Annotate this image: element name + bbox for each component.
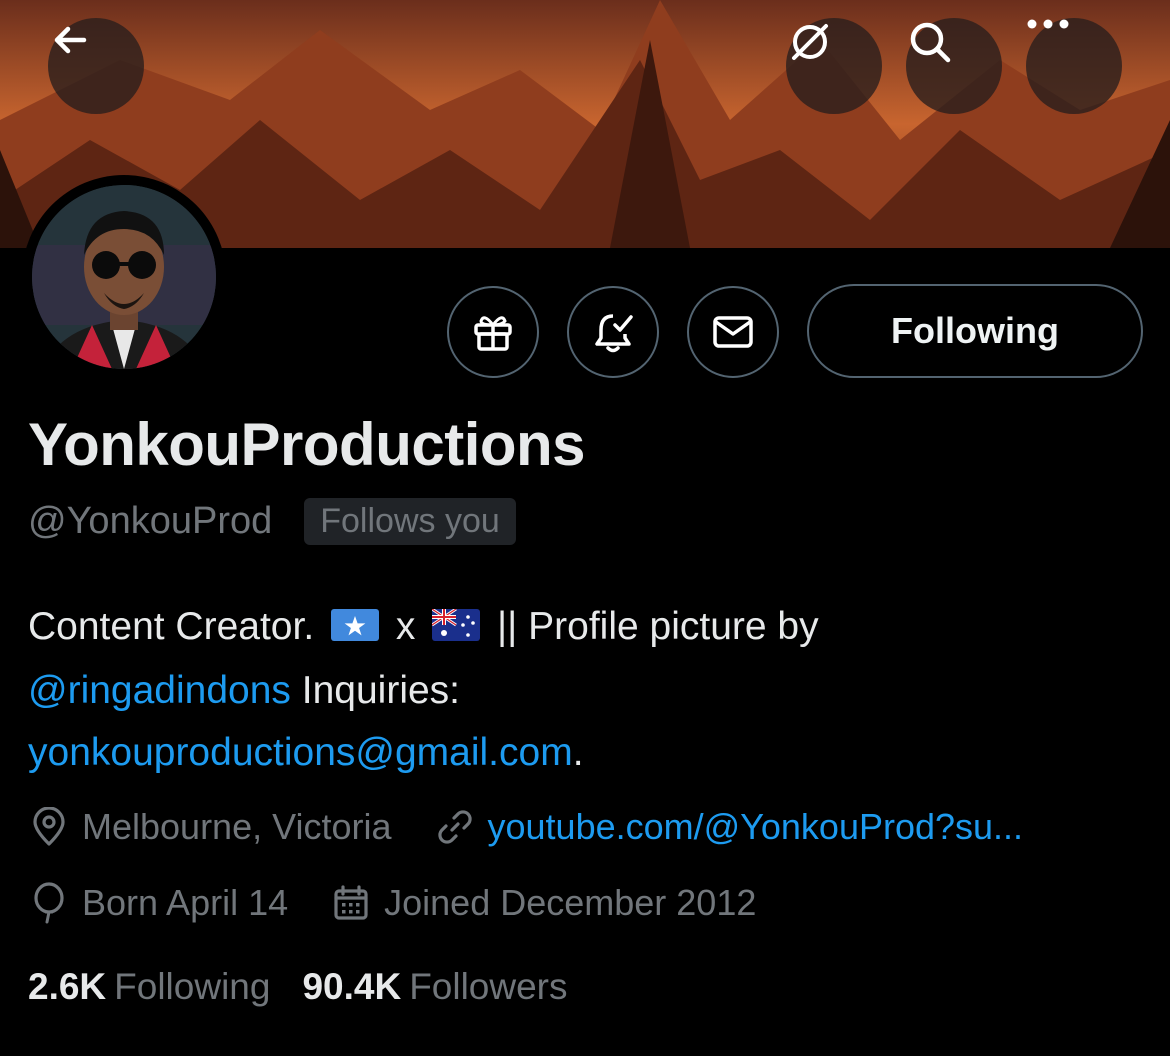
profile-meta-row-1: Melbourne, Victoria youtube.com/@YonkouP… [30, 806, 1023, 848]
grok-button[interactable] [786, 18, 882, 114]
bio-text-3: Inquiries: [290, 668, 461, 712]
birthday-item: Born April 14 [30, 882, 288, 924]
profile-stats: 2.6K Following 90.4K Followers [28, 966, 568, 1008]
followers-stat-label: Followers [409, 966, 568, 1007]
somalia-flag-icon [331, 598, 380, 660]
followers-count: 90.4K [302, 966, 402, 1007]
gift-button[interactable] [447, 286, 539, 378]
message-button[interactable] [687, 286, 779, 378]
arrow-left-icon [54, 26, 87, 54]
follows-you-badge: Follows you [304, 498, 516, 545]
profile-meta-row-2: Born April 14 Joined December 2012 [30, 882, 756, 924]
handle-row: @YonkouProd Follows you [28, 498, 516, 545]
more-button[interactable] [1026, 18, 1122, 114]
more-horizontal-icon [1027, 19, 1069, 29]
link-icon [437, 810, 472, 844]
avatar-image [32, 185, 216, 369]
search-icon [910, 22, 951, 63]
gift-icon [474, 316, 512, 351]
bio-text-1: Content Creator. [28, 605, 315, 648]
bio-mention-link[interactable]: @ringadindons [28, 669, 291, 712]
location-text: Melbourne, Victoria [82, 806, 392, 847]
slashed-circle-icon [792, 24, 828, 60]
website-item[interactable]: youtube.com/@YonkouProd?su... [436, 806, 1024, 848]
bell-check-icon [595, 314, 633, 353]
notifications-button[interactable] [567, 286, 659, 378]
calendar-icon [334, 885, 368, 920]
birthday-text: Born April 14 [82, 882, 289, 923]
envelope-icon [713, 316, 753, 348]
location-item: Melbourne, Victoria [30, 806, 392, 848]
australia-flag-icon [431, 598, 481, 660]
back-button[interactable] [48, 18, 144, 114]
bio-email-link[interactable]: yonkouproductions@gmail.com [28, 731, 573, 774]
following-button[interactable]: Following [807, 284, 1143, 378]
following-stat[interactable]: 2.6K Following [28, 966, 270, 1008]
location-pin-icon [33, 807, 65, 846]
followers-stat[interactable]: 90.4K Followers [302, 966, 567, 1008]
website-link[interactable]: youtube.com/@YonkouProd?su... [488, 806, 1024, 848]
bio-text-2: || Profile picture by [497, 605, 819, 648]
bio-end: . [572, 730, 584, 774]
bio-x: x [395, 605, 416, 648]
balloon-icon [34, 882, 64, 924]
profile-avatar[interactable] [22, 175, 226, 379]
joined-text: Joined December 2012 [384, 882, 757, 923]
following-stat-label: Following [114, 966, 271, 1007]
display-name: YonkouProductions [28, 411, 586, 478]
profile-handle: @YonkouProd [28, 500, 273, 542]
joined-item: Joined December 2012 [332, 882, 756, 924]
profile-bio: Content Creator. x || Profile picture by… [28, 596, 1138, 784]
following-button-label: Following [891, 310, 1059, 351]
search-button[interactable] [906, 18, 1002, 114]
following-count: 2.6K [28, 966, 107, 1007]
